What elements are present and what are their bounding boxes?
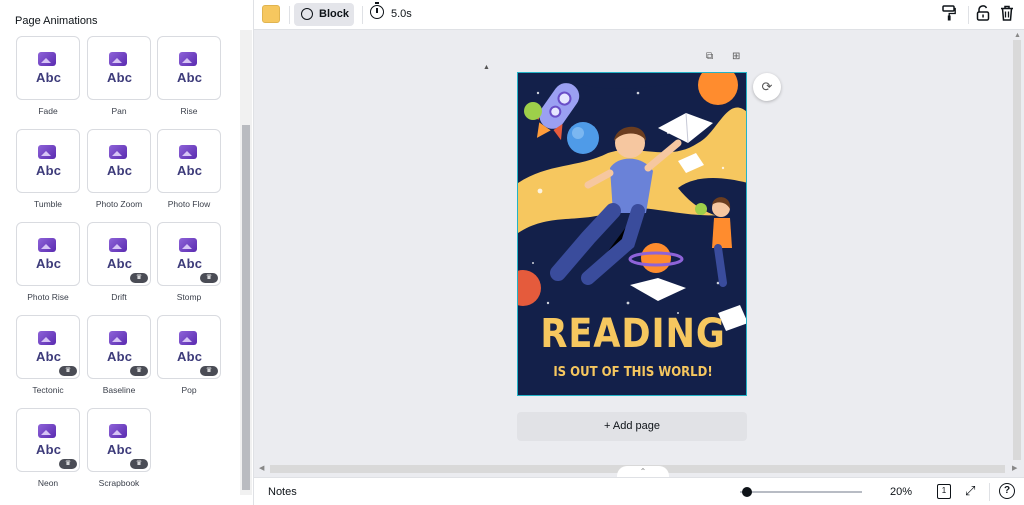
sample-text: Abc [107, 70, 133, 85]
animation-tile-photo-zoom[interactable]: Abc [87, 129, 151, 193]
image-icon [179, 52, 197, 66]
bottom-bar: Notes 20% 1 ⤢ ? [254, 477, 1024, 505]
sample-text: Abc [36, 70, 62, 85]
sample-text: Abc [177, 349, 203, 364]
crown-icon: ♛ [59, 366, 77, 376]
design-subline[interactable]: IS OUT OF THIS WORLD! [530, 365, 737, 380]
sample-text: Abc [177, 70, 203, 85]
animation-tile-neon[interactable]: Abc ♛ [16, 408, 80, 472]
sample-text: Abc [36, 349, 62, 364]
block-icon [301, 8, 313, 20]
image-icon [38, 424, 56, 438]
sample-text: Abc [36, 256, 62, 271]
add-page-button[interactable]: + Add page [517, 412, 747, 441]
animation-tile-baseline[interactable]: Abc ♛ [87, 315, 151, 379]
scroll-up-icon[interactable]: ▲ [1014, 32, 1021, 39]
sample-text: Abc [36, 163, 62, 178]
scroll-right-icon[interactable]: ▶ [1012, 464, 1017, 472]
trash-icon[interactable] [998, 5, 1016, 23]
divider [989, 483, 990, 501]
divider [289, 6, 290, 24]
animation-tile-fade[interactable]: Abc [16, 36, 80, 100]
crown-icon: ♛ [130, 273, 148, 283]
panel-title: Page Animations [15, 15, 98, 27]
image-icon [179, 331, 197, 345]
animation-tile-rise[interactable]: Abc [157, 36, 221, 100]
page-count-icon[interactable]: 1 [937, 484, 951, 499]
background-color-swatch[interactable] [262, 5, 280, 23]
scroll-up-icon[interactable]: ▲ [483, 64, 490, 71]
image-icon [179, 238, 197, 252]
image-icon [109, 331, 127, 345]
sample-text: Abc [107, 163, 133, 178]
crown-icon: ♛ [130, 459, 148, 469]
top-toolbar: Block 5.0s [254, 0, 1024, 30]
image-icon [109, 238, 127, 252]
zoom-slider[interactable] [740, 491, 862, 493]
image-icon [38, 52, 56, 66]
panel-scrollbar[interactable]: ▲ [240, 30, 490, 495]
animation-label: Stomp [176, 292, 202, 302]
design-headline[interactable]: READING [532, 311, 734, 357]
image-icon [38, 238, 56, 252]
magic-refresh-button[interactable]: ⟳ [753, 73, 781, 101]
block-label: Block [319, 8, 349, 20]
image-icon [109, 52, 127, 66]
help-icon[interactable]: ? [999, 483, 1015, 499]
sample-text: Abc [36, 442, 62, 457]
crown-icon: ♛ [200, 273, 218, 283]
crown-icon: ♛ [200, 366, 218, 376]
animation-tile-pan[interactable]: Abc [87, 36, 151, 100]
animation-label: Pop [181, 385, 197, 395]
fullscreen-icon[interactable]: ⤢ [965, 483, 975, 499]
page-actions: ⧉ ⊞ [700, 51, 750, 65]
canvas-vertical-scrollbar[interactable]: ▲ [1010, 30, 1024, 463]
animation-label: Photo Flow [167, 199, 211, 209]
add-page-icon[interactable]: ⊞ [732, 51, 740, 62]
crown-icon: ♛ [130, 366, 148, 376]
sample-text: Abc [177, 163, 203, 178]
divider [362, 6, 363, 24]
image-icon [38, 145, 56, 159]
sample-text: Abc [107, 256, 133, 271]
image-icon [109, 424, 127, 438]
scroll-left-icon[interactable]: ◀ [259, 464, 264, 472]
animation-tile-photo-rise[interactable]: Abc [16, 222, 80, 286]
animation-tile-stomp[interactable]: Abc ♛ [157, 222, 221, 286]
divider [968, 6, 969, 24]
animations-panel: Page Animations Abc Fade Abc Pan Abc Rise Abc T… [0, 0, 490, 505]
image-icon [38, 331, 56, 345]
block-animation-button[interactable]: Block [294, 3, 354, 26]
unlock-icon[interactable] [974, 5, 992, 23]
canvas-vertical-scroll-thumb[interactable] [1013, 40, 1021, 460]
notes-button[interactable]: Notes [268, 486, 297, 498]
image-icon [109, 145, 127, 159]
duplicate-page-icon[interactable]: ⧉ [706, 51, 713, 62]
animation-tile-pop[interactable]: Abc ♛ [157, 315, 221, 379]
timer-icon[interactable] [370, 2, 384, 19]
animation-tile-scrapbook[interactable]: Abc ♛ [87, 408, 151, 472]
duration-value[interactable]: 5.0s [391, 8, 412, 20]
paint-roller-icon[interactable] [940, 5, 958, 23]
animation-label: Rise [180, 106, 198, 116]
chevron-up-icon: ⌃ [639, 467, 647, 476]
design-page[interactable]: READING IS OUT OF THIS WORLD! [517, 72, 747, 396]
image-icon [179, 145, 197, 159]
panel-scroll-thumb[interactable] [242, 125, 250, 490]
animation-label: Scrapbook [98, 478, 140, 488]
animation-tile-drift[interactable]: Abc ♛ [87, 222, 151, 286]
animation-tile-tumble[interactable]: Abc [16, 129, 80, 193]
zoom-slider-handle[interactable] [742, 487, 753, 497]
zoom-level[interactable]: 20% [890, 486, 912, 498]
animation-tile-tectonic[interactable]: Abc ♛ [16, 315, 80, 379]
sample-text: Abc [177, 256, 203, 271]
sample-text: Abc [107, 442, 133, 457]
animation-tile-photo-flow[interactable]: Abc [157, 129, 221, 193]
crown-icon: ♛ [59, 459, 77, 469]
sample-text: Abc [107, 349, 133, 364]
